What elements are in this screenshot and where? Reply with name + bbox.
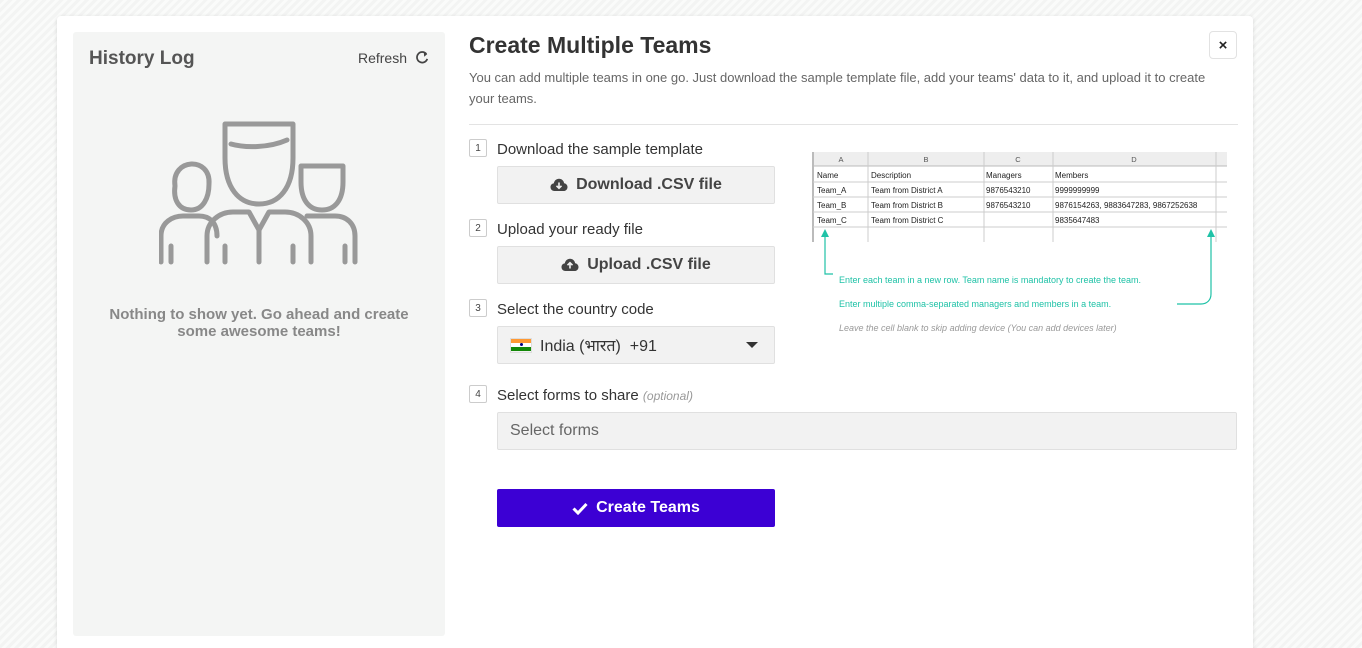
sheet-cell: Members [1055, 171, 1088, 180]
step-1-label: Download the sample template [497, 141, 703, 158]
sheet-cell: Team from District B [871, 201, 943, 210]
cloud-upload-icon [561, 258, 579, 271]
optional-hint: (optional) [642, 389, 693, 403]
select-forms-input[interactable]: Select forms [497, 412, 1237, 450]
step-2-label: Upload your ready file [497, 221, 643, 238]
sheet-cell: Name [817, 171, 839, 180]
sheet-cell: 9999999999 [1055, 186, 1100, 195]
sheet-cell: 9835647483 [1055, 216, 1100, 225]
upload-csv-button[interactable]: Upload .CSV file [497, 246, 775, 284]
sheet-cell: Team from District A [871, 186, 943, 195]
close-icon: × [1218, 36, 1228, 54]
history-log-title: History Log [89, 48, 195, 69]
history-log-panel: History Log Refresh Nothing to show yet.… [73, 32, 445, 636]
sheet-col-d: D [1131, 155, 1137, 164]
step-4-label: Select forms to share (optional) [497, 387, 693, 404]
sheet-note-1: Enter each team in a new row. Team name … [839, 275, 1141, 285]
sheet-cell: Team_A [817, 186, 847, 195]
step-4-number: 4 [469, 385, 487, 403]
sheet-cell: 9876154263, 9883647283, 9867252638 [1055, 201, 1198, 210]
step-4-label-text: Select forms to share [497, 387, 639, 404]
upload-csv-label: Upload .CSV file [587, 256, 711, 273]
india-flag-icon [510, 337, 532, 353]
divider [469, 124, 1238, 125]
checkmark-icon [572, 502, 588, 515]
dropdown-caret-icon [746, 342, 758, 348]
sheet-cell: 9876543210 [986, 186, 1031, 195]
sheet-note-3: Leave the cell blank to skip adding devi… [839, 323, 1117, 333]
team-people-icon [159, 121, 358, 265]
sheet-col-b: B [923, 155, 928, 164]
step-3-number: 3 [469, 299, 487, 317]
page-subtitle: You can add multiple teams in one go. Ju… [469, 70, 1206, 106]
sheet-col-c: C [1015, 155, 1021, 164]
sheet-cell: Team_B [817, 201, 846, 210]
refresh-icon [416, 51, 429, 64]
refresh-button[interactable]: Refresh [358, 50, 429, 66]
sheet-note-2: Enter multiple comma-separated managers … [839, 299, 1111, 309]
country-code-value: India (भारत) +91 [540, 338, 657, 355]
download-csv-label: Download .CSV file [576, 176, 722, 193]
step-2-number: 2 [469, 219, 487, 237]
country-code-select[interactable]: India (भारत) +91 [497, 326, 775, 364]
cloud-download-icon [550, 178, 568, 191]
close-button[interactable]: × [1209, 31, 1237, 59]
sheet-col-a: A [838, 155, 843, 164]
step-3-label: Select the country code [497, 301, 654, 318]
sheet-cell: Description [871, 171, 911, 180]
refresh-label: Refresh [357, 50, 407, 66]
create-teams-button[interactable]: Create Teams [497, 489, 775, 527]
sheet-cell: Team from District C [871, 216, 944, 225]
empty-state-message: Nothing to show yet. Go ahead and create… [109, 306, 409, 340]
sheet-cell: 9876543210 [986, 201, 1031, 210]
create-teams-modal: History Log Refresh Nothing to show yet.… [57, 16, 1253, 648]
create-teams-label: Create Teams [596, 499, 700, 516]
sheet-cell: Team_C [817, 216, 847, 225]
page-title: Create Multiple Teams [469, 32, 712, 58]
step-1-number: 1 [469, 139, 487, 157]
select-forms-placeholder: Select forms [510, 422, 599, 439]
sheet-cell: Managers [986, 171, 1022, 180]
download-csv-button[interactable]: Download .CSV file [497, 166, 775, 204]
sample-template-preview: A B C D Name Description Managers Member… [812, 152, 1227, 333]
